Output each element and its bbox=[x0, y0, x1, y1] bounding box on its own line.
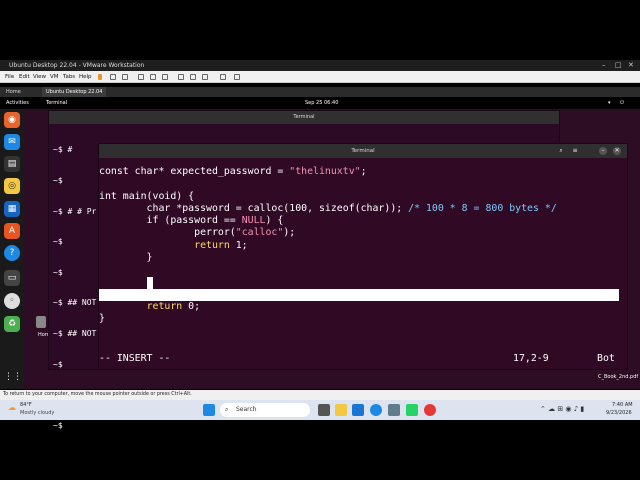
code-line-cursor bbox=[99, 276, 627, 289]
terminal-window-front[interactable]: Terminal ⌕ ≡ – ✕ const char* expected_pa… bbox=[98, 143, 628, 370]
disc-icon[interactable]: ◦ bbox=[4, 293, 20, 309]
terminal-back-titlebar[interactable]: Terminal bbox=[49, 111, 559, 124]
maximize-icon[interactable]: □ bbox=[615, 60, 622, 71]
terminal-title: Terminal bbox=[351, 148, 375, 154]
menu-vm[interactable]: VM bbox=[50, 71, 59, 83]
search-icon: ⌕ bbox=[225, 406, 229, 413]
code-line: const char* expected_password = "thelinu… bbox=[99, 166, 367, 177]
software-icon[interactable]: A bbox=[4, 223, 20, 239]
highlighted-line bbox=[99, 288, 619, 301]
terminal-icon[interactable]: ▭ bbox=[4, 270, 20, 286]
activities-button[interactable]: Activities bbox=[6, 97, 29, 109]
close-icon[interactable]: ✕ bbox=[628, 60, 634, 71]
scroll-position: Bot bbox=[597, 353, 615, 364]
vim-statusline: -- INSERT -- 17,2-9 Bot bbox=[99, 353, 627, 365]
thumbnail-icon[interactable] bbox=[190, 74, 196, 80]
minimize-icon[interactable]: – bbox=[599, 147, 607, 155]
vmware-icon[interactable] bbox=[388, 404, 400, 416]
search-icon[interactable]: ⌕ bbox=[557, 147, 565, 155]
ubuntu-topbar: Activities Terminal Sep 25 06:40 ▾ ⏻ bbox=[0, 97, 640, 109]
vmware-titlebar: Ubuntu Desktop 22.04 - VMware Workstatio… bbox=[0, 60, 640, 71]
weather-temp[interactable]: 84°F bbox=[20, 402, 32, 408]
code-line: int main(void) { bbox=[99, 190, 195, 202]
writer-icon[interactable]: ▦ bbox=[4, 201, 20, 217]
manager-icon[interactable] bbox=[162, 74, 168, 80]
toolbar-icon[interactable] bbox=[110, 74, 116, 80]
menu-help[interactable]: Help bbox=[79, 71, 92, 83]
menu-edit[interactable]: Edit bbox=[19, 71, 30, 83]
library-icon[interactable] bbox=[202, 74, 208, 80]
taskbar-time[interactable]: 7:40 AM bbox=[612, 402, 633, 408]
menu-icon[interactable]: ≡ bbox=[571, 147, 579, 155]
text-cursor bbox=[147, 276, 153, 289]
status-hint: To return to your computer, move the mou… bbox=[3, 392, 192, 397]
home-folder-icon[interactable] bbox=[36, 316, 46, 328]
terminal-line: ~$ bbox=[53, 420, 68, 430]
trash-icon[interactable]: ♻ bbox=[4, 316, 20, 332]
tab-home[interactable]: Home bbox=[2, 87, 25, 97]
tab-ubuntu[interactable]: Ubuntu Desktop 22.04 bbox=[42, 87, 107, 97]
vim-mode: -- INSERT -- bbox=[99, 353, 171, 364]
whatsapp-icon[interactable] bbox=[406, 404, 418, 416]
vim-buffer[interactable]: const char* expected_password = "thelinu… bbox=[99, 166, 627, 326]
clock[interactable]: Sep 25 06:40 bbox=[305, 97, 338, 109]
pause-icon[interactable] bbox=[98, 74, 102, 80]
vmware-menubar: File Edit View VM Tabs Help bbox=[0, 71, 640, 83]
send-keys-icon[interactable] bbox=[122, 74, 128, 80]
files-icon[interactable]: ▤ bbox=[4, 156, 20, 172]
tray-icons[interactable]: ⌃ ☁ ⊞ ◉ ♪ ▮ bbox=[540, 405, 584, 413]
close-icon[interactable]: ✕ bbox=[613, 147, 621, 155]
firefox-icon[interactable]: ◉ bbox=[4, 112, 20, 128]
sidebar-icon[interactable] bbox=[178, 74, 184, 80]
show-apps-icon[interactable]: ⋮⋮ bbox=[4, 369, 22, 385]
code-line: perror("calloc"); bbox=[99, 227, 296, 239]
menu-view[interactable]: View bbox=[33, 71, 46, 83]
unity-icon[interactable] bbox=[234, 74, 240, 80]
app-menu[interactable]: Terminal bbox=[46, 97, 67, 109]
vmware-tabbar: Home Ubuntu Desktop 22.04 bbox=[0, 87, 640, 97]
code-line: return 0; bbox=[146, 300, 201, 312]
dock: ◉ ✉ ▤ ◎ ▦ A ? ▭ ◦ ♻ ⋮⋮ bbox=[0, 109, 24, 389]
window-title: Ubuntu Desktop 22.04 - VMware Workstatio… bbox=[9, 62, 145, 69]
network-icon[interactable]: ▾ bbox=[608, 97, 611, 109]
code-line: return 1; bbox=[194, 239, 248, 251]
vmware-statusbar: To return to your computer, move the mou… bbox=[0, 390, 640, 400]
code-line: char *password = calloc(100, sizeof(char… bbox=[99, 202, 557, 214]
start-icon[interactable] bbox=[203, 404, 215, 416]
snapshot-icon[interactable] bbox=[138, 74, 144, 80]
code-line: if (password == NULL) { bbox=[99, 215, 284, 227]
power-icon[interactable]: ⏻ bbox=[620, 97, 624, 109]
help-icon[interactable]: ? bbox=[4, 245, 20, 261]
fullscreen-icon[interactable] bbox=[220, 74, 226, 80]
thunderbird-icon[interactable]: ✉ bbox=[4, 134, 20, 150]
pdf-file-label[interactable]: C_Book_2nd.pdf bbox=[598, 374, 638, 380]
terminal-front-titlebar[interactable]: Terminal ⌕ ≡ – ✕ bbox=[99, 144, 627, 158]
code-line: } bbox=[99, 313, 105, 325]
taskbar-search[interactable]: ⌕ Search bbox=[220, 403, 310, 417]
app-icon[interactable] bbox=[424, 404, 436, 416]
minimize-icon[interactable]: – bbox=[602, 60, 606, 71]
code-line: } bbox=[99, 252, 153, 264]
taskbar-date[interactable]: 9/23/2026 bbox=[606, 410, 632, 416]
file-explorer-icon[interactable] bbox=[335, 404, 347, 416]
menu-tabs[interactable]: Tabs bbox=[63, 71, 75, 83]
revert-icon[interactable] bbox=[150, 74, 156, 80]
cursor-position: 17,2-9 bbox=[513, 353, 549, 364]
weather-icon[interactable]: ☁ bbox=[8, 403, 16, 412]
edge-icon[interactable] bbox=[370, 404, 382, 416]
mail-icon[interactable] bbox=[352, 404, 364, 416]
task-view-icon[interactable] bbox=[318, 404, 330, 416]
weather-desc[interactable]: Mostly cloudy bbox=[20, 410, 54, 416]
windows-taskbar: ☁ 84°F Mostly cloudy ⌕ Search ⌃ ☁ ⊞ ◉ ♪ … bbox=[0, 400, 640, 420]
rhythmbox-icon[interactable]: ◎ bbox=[4, 178, 20, 194]
menu-file[interactable]: File bbox=[5, 71, 14, 83]
